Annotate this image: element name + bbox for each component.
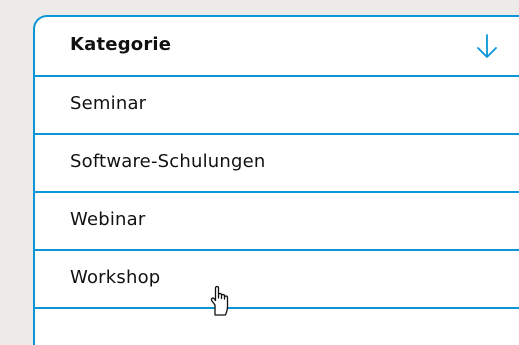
option-software-schulungen[interactable]: Software-Schulungen — [35, 135, 519, 193]
option-seminar[interactable]: Seminar — [35, 77, 519, 135]
hand-pointer-icon — [210, 285, 229, 316]
option-label: Webinar — [70, 209, 146, 230]
dropdown-header-label: Kategorie — [70, 34, 172, 55]
option-webinar[interactable]: Webinar — [35, 193, 519, 251]
option-label: Workshop — [70, 267, 161, 288]
option-label: Software-Schulungen — [70, 151, 266, 172]
arrow-down-icon[interactable] — [475, 32, 499, 60]
dropdown-header[interactable]: Kategorie — [35, 17, 519, 77]
category-dropdown[interactable]: Kategorie Seminar Software-Schulungen We… — [33, 15, 519, 345]
option-label: Seminar — [70, 93, 147, 114]
option-workshop[interactable]: Workshop — [35, 251, 519, 309]
